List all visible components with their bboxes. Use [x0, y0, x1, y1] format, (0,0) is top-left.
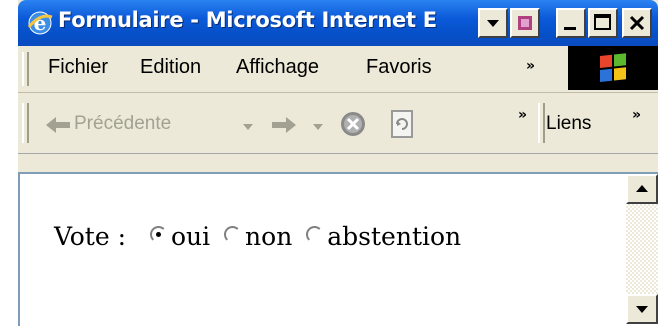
- vote-form: Vote : oui non abstention: [54, 222, 461, 251]
- forward-arrow-icon[interactable]: [268, 113, 298, 137]
- close-button[interactable]: [622, 8, 652, 38]
- radio-button-non[interactable]: [224, 226, 242, 243]
- windows-logo: [568, 46, 658, 90]
- back-label: Précédente: [74, 113, 172, 134]
- radio-label-oui: oui: [170, 222, 211, 251]
- forward-dropdown-icon[interactable]: [310, 119, 326, 135]
- maximize-button[interactable]: [588, 8, 618, 38]
- back-button[interactable]: Précédente: [44, 107, 234, 139]
- menu-edition[interactable]: Edition: [140, 56, 201, 79]
- radio-option-non[interactable]: non: [224, 222, 300, 251]
- toolbar-grip[interactable]: [22, 103, 29, 143]
- window-title: Formulaire - Microsoft Internet E: [58, 8, 437, 32]
- scroll-down-button[interactable]: [626, 294, 658, 324]
- up-arrow-icon: [636, 185, 648, 192]
- links-grip[interactable]: [538, 103, 545, 143]
- down-arrow-icon: [636, 306, 648, 313]
- refresh-icon[interactable]: [388, 109, 418, 139]
- menu-overflow-chevron[interactable]: »: [526, 58, 535, 74]
- standard-toolbar: Précédente » Liens »: [18, 93, 658, 154]
- menu-affichage[interactable]: Affichage: [236, 56, 319, 79]
- close-icon: [629, 15, 645, 31]
- internet-explorer-icon: e: [27, 11, 53, 35]
- windows-flag-icon: [600, 53, 626, 82]
- title-bar[interactable]: e Formulaire - Microsoft Internet E: [18, 0, 658, 46]
- minimize-icon: [564, 27, 576, 30]
- radio-option-abstention[interactable]: abstention: [306, 222, 461, 251]
- scroll-up-button[interactable]: [626, 174, 658, 204]
- menu-favoris[interactable]: Favoris: [366, 56, 432, 79]
- svg-text:e: e: [34, 11, 47, 35]
- minimize-button[interactable]: [556, 8, 586, 38]
- radio-label-non: non: [245, 222, 293, 251]
- dropdown-arrow-icon: [487, 20, 499, 27]
- maximize-icon: [594, 14, 611, 30]
- vote-label: Vote :: [54, 222, 127, 251]
- radio-option-oui[interactable]: oui: [149, 222, 218, 251]
- menu-grip[interactable]: [22, 52, 29, 86]
- vertical-scrollbar[interactable]: [626, 174, 658, 324]
- menu-bar: Fichier Edition Affichage Favoris »: [18, 46, 658, 93]
- back-arrow-icon: [46, 117, 70, 133]
- back-dropdown-icon[interactable]: [240, 119, 256, 135]
- toolbar-overflow-chevron[interactable]: »: [518, 107, 527, 123]
- page-content: Vote : oui non abstention: [18, 172, 658, 326]
- radio-button-abstention[interactable]: [306, 226, 324, 243]
- pattern-icon: [518, 16, 532, 30]
- theme-button[interactable]: [510, 8, 540, 38]
- browser-window: e Formulaire - Microsoft Internet E Fich…: [18, 0, 658, 326]
- stop-icon[interactable]: [338, 109, 368, 139]
- links-overflow-chevron[interactable]: »: [632, 107, 641, 123]
- menu-fichier[interactable]: Fichier: [48, 56, 108, 79]
- radio-label-abstention: abstention: [327, 222, 462, 251]
- links-label[interactable]: Liens: [546, 113, 591, 135]
- radio-button-oui[interactable]: [149, 226, 167, 243]
- dropdown-button[interactable]: [478, 8, 508, 38]
